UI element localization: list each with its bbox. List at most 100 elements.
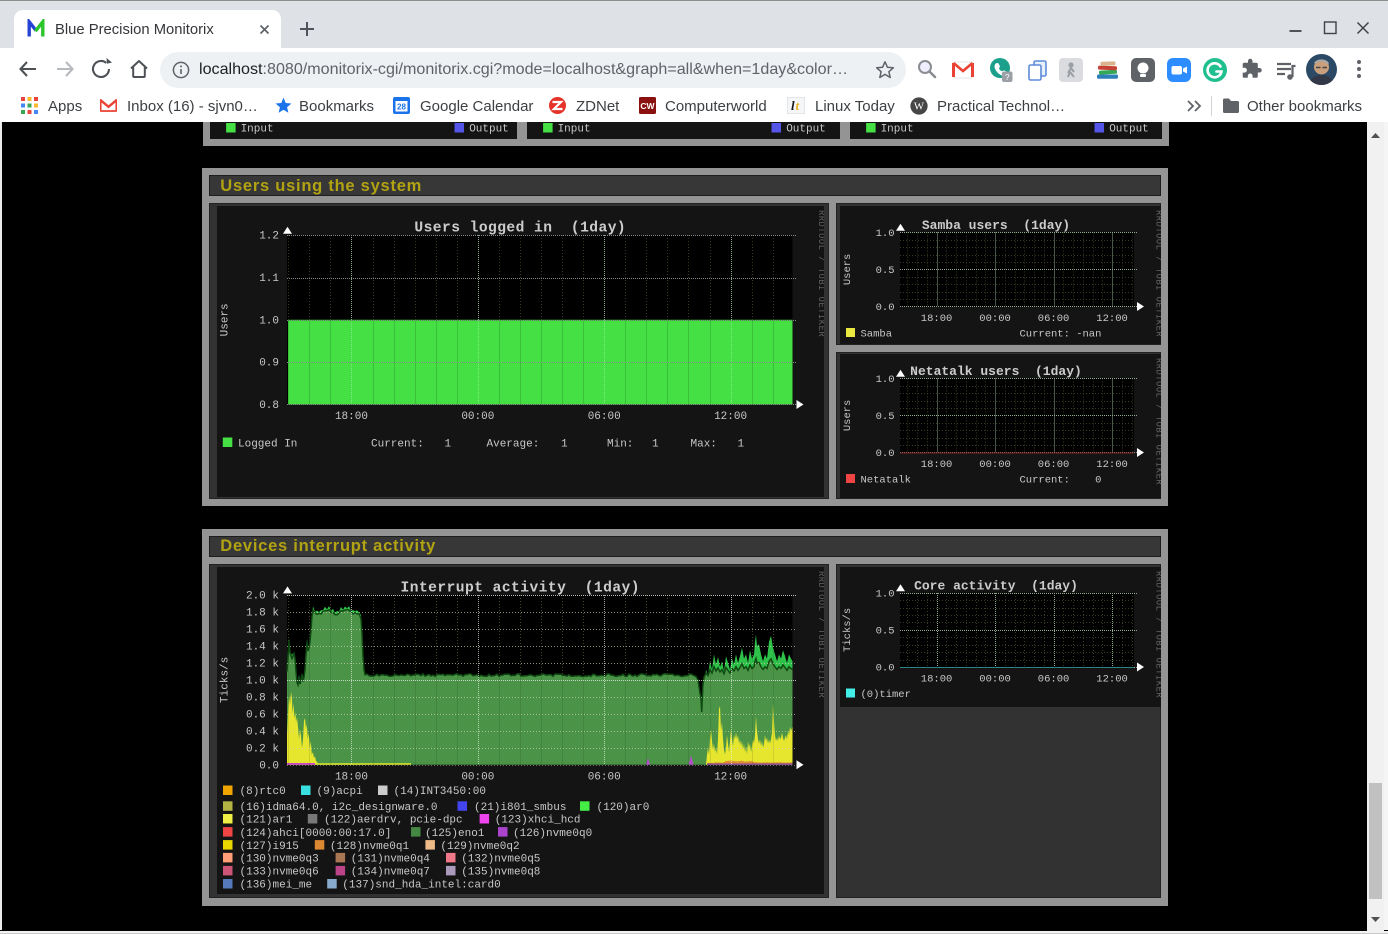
svg-text:(135)nvme0q8: (135)nvme0q8 bbox=[461, 866, 540, 878]
svg-text:06:00: 06:00 bbox=[1037, 673, 1069, 685]
svg-text:0.0: 0.0 bbox=[259, 760, 279, 772]
svg-text:W: W bbox=[914, 101, 925, 113]
svg-text:0.5: 0.5 bbox=[875, 410, 894, 422]
svg-text:(133)nvme0q6: (133)nvme0q6 bbox=[240, 866, 319, 878]
svg-text:1.0 k: 1.0 k bbox=[246, 675, 279, 687]
svg-text:(130)nvme0q3: (130)nvme0q3 bbox=[240, 853, 319, 865]
svg-text:1.6 k: 1.6 k bbox=[246, 624, 279, 636]
svg-text:12:00: 12:00 bbox=[1096, 459, 1128, 471]
svg-text:06:00: 06:00 bbox=[1037, 313, 1069, 325]
svg-text:(124)ahci[0000:00:17.0]: (124)ahci[0000:00:17.0] bbox=[240, 827, 392, 839]
svg-text:Ticks/s: Ticks/s bbox=[220, 656, 232, 702]
svg-text:Output: Output bbox=[787, 124, 827, 136]
svg-text:l: l bbox=[791, 98, 795, 113]
svg-text:RRDTOOL / TOBI OETIKER: RRDTOOL / TOBI OETIKER bbox=[1153, 210, 1161, 337]
svg-text:1.2: 1.2 bbox=[259, 231, 279, 243]
svg-text:(137)snd_hda_intel:card0: (137)snd_hda_intel:card0 bbox=[342, 879, 500, 891]
svg-text:1: 1 bbox=[561, 439, 568, 451]
svg-text:18:00: 18:00 bbox=[920, 673, 952, 685]
svg-text:00:00: 00:00 bbox=[979, 673, 1011, 685]
svg-text:0.0: 0.0 bbox=[875, 662, 894, 674]
svg-text:18:00: 18:00 bbox=[920, 459, 952, 471]
svg-text:Netatalk: Netatalk bbox=[860, 474, 910, 486]
svg-text:(14)INT3450:00: (14)INT3450:00 bbox=[394, 786, 486, 798]
svg-text:Users: Users bbox=[220, 303, 232, 336]
svg-text:0.0: 0.0 bbox=[875, 302, 894, 314]
svg-text:(122)aerdrv, pcie-dpc: (122)aerdrv, pcie-dpc bbox=[324, 814, 463, 826]
svg-text:12:00: 12:00 bbox=[1096, 313, 1128, 325]
svg-text:28: 28 bbox=[397, 103, 406, 112]
svg-text:(121)ar1: (121)ar1 bbox=[240, 814, 293, 826]
svg-text:?: ? bbox=[1005, 72, 1010, 82]
svg-text:1.1: 1.1 bbox=[259, 273, 279, 285]
svg-text:0.9: 0.9 bbox=[259, 358, 279, 370]
svg-text:Input: Input bbox=[240, 124, 273, 136]
svg-text:1: 1 bbox=[652, 439, 659, 451]
svg-text:(120)ar0: (120)ar0 bbox=[597, 802, 650, 814]
svg-text:Samba users (1day): Samba users (1day) bbox=[921, 217, 1069, 232]
svg-text:00:00: 00:00 bbox=[461, 411, 494, 423]
svg-text:(132)nvme0q5: (132)nvme0q5 bbox=[461, 853, 540, 865]
svg-text:1.0: 1.0 bbox=[875, 227, 894, 239]
svg-text:(131)nvme0q4: (131)nvme0q4 bbox=[351, 853, 431, 865]
svg-text:Ticks/s: Ticks/s bbox=[842, 607, 854, 651]
svg-text:(129)nvme0q2: (129)nvme0q2 bbox=[440, 840, 519, 852]
svg-text:00:00: 00:00 bbox=[979, 459, 1011, 471]
svg-text:Users: Users bbox=[842, 399, 854, 431]
svg-text:Netatalk users (1day): Netatalk users (1day) bbox=[910, 363, 1082, 378]
svg-text:Min:: Min: bbox=[607, 439, 633, 451]
svg-text:Samba: Samba bbox=[860, 328, 892, 340]
svg-text:0.5: 0.5 bbox=[875, 264, 894, 276]
svg-text:1.2 k: 1.2 k bbox=[246, 658, 279, 670]
svg-text:(8)rtc0: (8)rtc0 bbox=[240, 786, 286, 798]
svg-text:18:00: 18:00 bbox=[335, 411, 368, 423]
svg-text:Core activity (1day): Core activity (1day) bbox=[914, 578, 1078, 593]
svg-text:Current: -nan: Current: -nan bbox=[1019, 328, 1101, 340]
svg-text:0.8 k: 0.8 k bbox=[246, 692, 279, 704]
svg-text:Users: Users bbox=[842, 253, 854, 285]
svg-text:Current:: Current: bbox=[371, 439, 424, 451]
svg-text:12:00: 12:00 bbox=[714, 771, 747, 783]
svg-text:RRDTOOL / TOBI OETIKER: RRDTOOL / TOBI OETIKER bbox=[1153, 358, 1161, 485]
svg-text:12:00: 12:00 bbox=[1096, 673, 1128, 685]
svg-text:(9)acpi: (9)acpi bbox=[317, 786, 364, 798]
svg-text:12:00: 12:00 bbox=[714, 411, 747, 423]
svg-text:Interrupt activity (1day): Interrupt activity (1day) bbox=[401, 580, 640, 596]
svg-text:(21)i801_smbus: (21)i801_smbus bbox=[474, 802, 566, 814]
svg-text:Logged In: Logged In bbox=[238, 439, 297, 451]
svg-text:18:00: 18:00 bbox=[335, 771, 368, 783]
svg-text:RRDTOOL / TOBI OETIKER: RRDTOOL / TOBI OETIKER bbox=[1153, 571, 1161, 698]
svg-text:(126)nvme0q0: (126)nvme0q0 bbox=[513, 827, 592, 839]
svg-text:0.0: 0.0 bbox=[875, 448, 894, 460]
svg-text:(134)nvme0q7: (134)nvme0q7 bbox=[351, 866, 430, 878]
svg-text:(125)eno1: (125)eno1 bbox=[425, 827, 485, 839]
svg-text:18:00: 18:00 bbox=[920, 313, 952, 325]
svg-text:1: 1 bbox=[738, 439, 745, 451]
svg-text:(128)nvme0q1: (128)nvme0q1 bbox=[330, 840, 410, 852]
svg-text:RRDTOOL / TOBI OETIKER: RRDTOOL / TOBI OETIKER bbox=[816, 571, 824, 698]
svg-text:Input: Input bbox=[558, 124, 591, 136]
svg-text:Max:: Max: bbox=[691, 439, 717, 451]
svg-text:(123)xhci_hcd: (123)xhci_hcd bbox=[495, 814, 581, 826]
svg-text:Current: 0: Current: 0 bbox=[1019, 474, 1101, 486]
svg-text:2.0 k: 2.0 k bbox=[246, 590, 279, 602]
svg-text:RRDTOOL / TOBI OETIKER: RRDTOOL / TOBI OETIKER bbox=[816, 210, 824, 337]
svg-text:Output: Output bbox=[469, 124, 509, 136]
svg-text:(0)timer: (0)timer bbox=[860, 689, 910, 701]
svg-text:0.8: 0.8 bbox=[259, 400, 279, 412]
svg-text:06:00: 06:00 bbox=[1037, 459, 1069, 471]
svg-text:00:00: 00:00 bbox=[979, 313, 1011, 325]
svg-text:Output: Output bbox=[1109, 124, 1149, 136]
svg-text:t: t bbox=[796, 98, 800, 113]
svg-text:Users logged in (1day): Users logged in (1day) bbox=[414, 221, 626, 237]
svg-text:00:00: 00:00 bbox=[461, 771, 494, 783]
svg-text:0.6 k: 0.6 k bbox=[246, 709, 279, 721]
svg-text:0.2 k: 0.2 k bbox=[246, 743, 279, 755]
svg-text:06:00: 06:00 bbox=[588, 771, 621, 783]
svg-text:06:00: 06:00 bbox=[588, 411, 621, 423]
svg-text:(127)i915: (127)i915 bbox=[240, 840, 299, 852]
svg-text:Average:: Average: bbox=[487, 439, 540, 451]
svg-text:1.0: 1.0 bbox=[259, 315, 279, 327]
svg-text:0.5: 0.5 bbox=[875, 625, 894, 637]
svg-text:1.0: 1.0 bbox=[875, 588, 894, 600]
